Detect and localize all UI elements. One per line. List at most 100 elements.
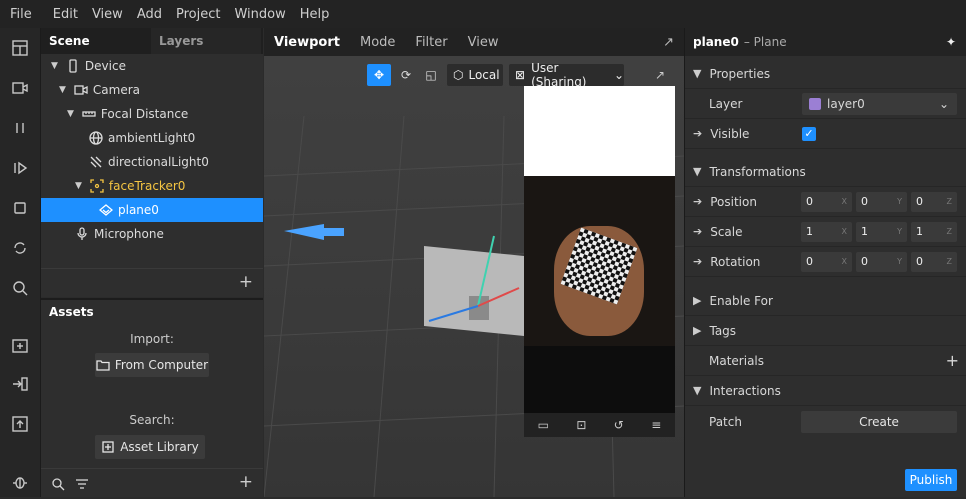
rotation-row: ➔ Rotation 0X 0Y 0Z xyxy=(685,247,966,277)
tree-item-device[interactable]: ▼ Device xyxy=(41,54,263,78)
upload-icon[interactable] xyxy=(10,414,30,434)
tree-item-focal-distance[interactable]: ▼ Focal Distance xyxy=(41,102,263,126)
properties-header[interactable]: ▼ Properties xyxy=(685,59,966,89)
video-icon[interactable] xyxy=(10,78,30,98)
viewport-canvas[interactable]: ✥ ⟳ ◱ ⬡ Local ⊠ User (Sharing) ⌄ ↗ ▭ ⊡ ↺ ≡ xyxy=(264,56,684,497)
filter-icon[interactable] xyxy=(75,477,89,491)
add-material-button[interactable]: + xyxy=(946,351,959,370)
object-name: plane0 xyxy=(693,35,739,49)
directional-light-icon xyxy=(89,155,103,169)
visible-checkbox[interactable]: ✓ xyxy=(802,126,816,141)
create-patch-button[interactable]: Create xyxy=(801,411,957,433)
magic-wand-icon[interactable]: ✦ xyxy=(946,35,956,49)
position-y[interactable]: 0Y xyxy=(856,191,907,212)
bug-icon[interactable] xyxy=(10,472,30,492)
tree-item-plane[interactable]: plane0 xyxy=(41,198,263,222)
tags-label: Tags xyxy=(709,323,737,338)
tree-item-face-tracker[interactable]: ▼ faceTracker0 xyxy=(41,174,263,198)
popout-icon[interactable]: ↗ xyxy=(655,68,665,82)
tab-mode[interactable]: Mode xyxy=(350,35,405,50)
layer-select[interactable]: layer0 ⌄ xyxy=(802,92,957,115)
tab-scene[interactable]: Scene xyxy=(41,28,151,54)
tab-view[interactable]: View xyxy=(458,35,509,50)
add-asset-button[interactable]: + xyxy=(239,472,253,492)
position-z[interactable]: 0Z xyxy=(911,191,957,212)
scale-z[interactable]: 1Z xyxy=(911,221,957,242)
rotate-tool-icon[interactable]: ⟳ xyxy=(395,64,417,86)
menu-file[interactable]: File xyxy=(0,7,46,22)
menu-edit[interactable]: Edit xyxy=(46,7,85,22)
refresh-icon[interactable] xyxy=(10,238,30,258)
expand-icon: ▶ xyxy=(693,324,702,337)
tags-header[interactable]: ▶ Tags xyxy=(685,316,966,346)
interactions-header[interactable]: ▼ Interactions xyxy=(685,376,966,406)
asset-library-label: Asset Library xyxy=(120,440,199,454)
link-arrow-icon[interactable]: ➔ xyxy=(693,255,702,268)
scale-tool-icon[interactable]: ◱ xyxy=(420,64,442,86)
rotation-z[interactable]: 0Z xyxy=(911,251,957,272)
visible-label: Visible xyxy=(710,126,750,141)
step-forward-icon[interactable] xyxy=(10,158,30,178)
tree-item-label: Focal Distance xyxy=(100,107,189,121)
tab-layers[interactable]: Layers xyxy=(151,28,261,54)
link-arrow-icon[interactable]: ➔ xyxy=(693,225,702,238)
collapse-icon[interactable]: ▼ xyxy=(51,61,58,71)
tree-item-camera[interactable]: ▼ Camera xyxy=(41,78,263,102)
menu-view[interactable]: View xyxy=(85,7,130,22)
layout-icon[interactable] xyxy=(10,38,30,58)
menu-project[interactable]: Project xyxy=(169,7,227,22)
preview-shirt xyxy=(524,346,675,413)
add-object-button[interactable]: + xyxy=(239,272,253,292)
link-arrow-icon[interactable]: ➔ xyxy=(693,195,702,208)
search-icon[interactable] xyxy=(51,477,65,491)
tree-item-label: ambientLight0 xyxy=(108,131,196,145)
menu-icon[interactable]: ≡ xyxy=(651,418,661,432)
folder-icon xyxy=(96,358,110,372)
close-icon: ⊠ xyxy=(515,68,526,82)
from-computer-button[interactable]: From Computer xyxy=(95,353,209,377)
tree-item-label: Microphone xyxy=(94,227,164,241)
tree-item-directional-light[interactable]: directionalLight0 xyxy=(41,150,263,174)
layer-label: Layer xyxy=(709,96,743,111)
tab-viewport[interactable]: Viewport xyxy=(264,35,350,50)
move-tool-icon[interactable]: ✥ xyxy=(367,64,391,86)
collapse-icon[interactable]: ▼ xyxy=(59,85,66,95)
link-arrow-icon[interactable]: ➔ xyxy=(693,127,702,140)
pause-icon[interactable] xyxy=(10,118,30,138)
menu-window[interactable]: Window xyxy=(227,7,292,22)
add-asset-icon[interactable] xyxy=(10,335,30,355)
collapse-icon[interactable]: ▼ xyxy=(75,181,82,191)
stop-icon[interactable] xyxy=(10,198,30,218)
device-preview[interactable] xyxy=(524,86,675,413)
scale-row: ➔ Scale 1X 1Y 1Z xyxy=(685,217,966,247)
menu-help[interactable]: Help xyxy=(293,7,337,22)
publish-button[interactable]: Publish xyxy=(905,469,957,491)
plane-preview[interactable] xyxy=(424,246,524,336)
scale-x[interactable]: 1X xyxy=(801,221,852,242)
menu-add[interactable]: Add xyxy=(130,7,169,22)
tree-item-ambient-light[interactable]: ambientLight0 xyxy=(41,126,263,150)
rotation-x[interactable]: 0X xyxy=(801,251,852,272)
device-select[interactable]: ⊠ User (Sharing) ⌄ xyxy=(509,61,624,89)
scale-y[interactable]: 1Y xyxy=(856,221,907,242)
transformations-header[interactable]: ▼ Transformations xyxy=(685,157,966,187)
asset-library-button[interactable]: Asset Library xyxy=(95,435,205,459)
scene-footer: + xyxy=(41,268,263,297)
import-icon[interactable] xyxy=(10,374,30,394)
tree-item-label: Device xyxy=(84,59,126,73)
rotation-y[interactable]: 0Y xyxy=(856,251,907,272)
popout-icon[interactable]: ↗ xyxy=(653,35,684,50)
capture-icon[interactable]: ⊡ xyxy=(576,418,586,432)
position-x[interactable]: 0X xyxy=(801,191,852,212)
video-icon[interactable]: ▭ xyxy=(538,418,549,432)
local-toggle[interactable]: ⬡ Local xyxy=(447,64,503,86)
enable-for-header[interactable]: ▶ Enable For xyxy=(685,286,966,316)
rotate-device-icon[interactable]: ↺ xyxy=(614,418,624,432)
face-tracker-icon xyxy=(90,179,104,193)
materials-label: Materials xyxy=(709,353,765,368)
tab-filter[interactable]: Filter xyxy=(405,35,457,50)
collapse-icon[interactable]: ▼ xyxy=(67,109,74,119)
search-icon[interactable] xyxy=(10,278,30,298)
plane-icon xyxy=(99,203,113,217)
tree-item-microphone[interactable]: Microphone xyxy=(41,222,263,246)
